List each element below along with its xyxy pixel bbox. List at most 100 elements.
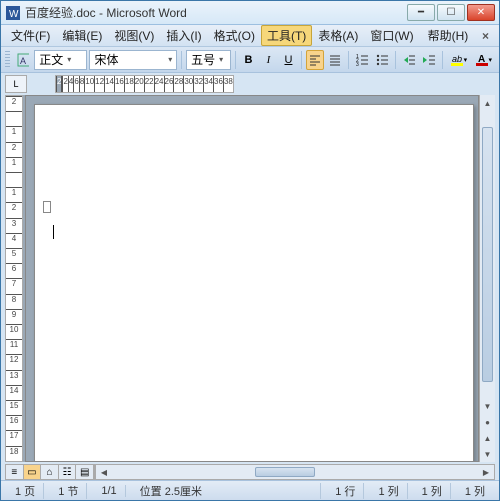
align-distribute-button[interactable] <box>326 50 344 70</box>
menu-window[interactable]: 窗口(W) <box>364 25 419 46</box>
status-col-1[interactable]: 1 列 <box>370 483 407 499</box>
ruler-tick: 1 <box>6 126 22 141</box>
numbered-list-button[interactable]: 123 <box>353 50 371 70</box>
menu-insert[interactable]: 插入(I) <box>160 25 207 46</box>
menu-view[interactable]: 视图(V) <box>108 25 160 46</box>
titlebar[interactable]: W 百度经验.doc - Microsoft Word ━ ☐ ✕ <box>1 1 499 25</box>
menu-help[interactable]: 帮助(H) <box>422 25 475 46</box>
menu-file[interactable]: 文件(F) <box>5 25 56 46</box>
svg-text:ab: ab <box>452 54 462 64</box>
font-color-button[interactable]: A▾ <box>472 50 495 70</box>
status-col-2[interactable]: 1 列 <box>414 483 451 499</box>
ruler-tick: 10 <box>84 76 94 92</box>
view-mode-buttons: ≡ ▭ ⌂ ☷ ▤ <box>5 464 95 480</box>
formatting-toolbar: A 正文▾ 宋体▾ 五号▾ B I U 123 ab▾ A▾ <box>1 47 499 73</box>
scroll-right-icon[interactable]: ▶ <box>478 468 494 477</box>
view-web-layout-icon[interactable]: ⌂ <box>41 465 59 479</box>
status-line[interactable]: 1 行 <box>327 483 364 499</box>
ruler-tick: 3 <box>6 218 22 233</box>
size-combo[interactable]: 五号▾ <box>186 50 231 70</box>
document-page[interactable] <box>34 104 474 462</box>
ruler-tick: 36 <box>213 76 223 92</box>
ruler-tick: 17 <box>6 430 22 445</box>
ruler-tick: 26 <box>164 76 174 92</box>
statusbar: 1 页 1 节 1/1 位置 2.5厘米 1 行 1 列 1 列 1 列 <box>1 480 499 500</box>
ruler-tick: 6 <box>6 263 22 278</box>
status-page[interactable]: 1 页 <box>7 483 44 499</box>
ruler-tick: 8 <box>6 294 22 309</box>
menu-edit[interactable]: 编辑(E) <box>56 25 108 46</box>
browse-object-icon[interactable]: ● <box>480 414 495 430</box>
status-section[interactable]: 1 节 <box>50 483 87 499</box>
prev-page-icon[interactable]: ▲ <box>480 430 495 446</box>
close-button[interactable]: ✕ <box>467 4 495 21</box>
highlight-color-button[interactable]: ab▾ <box>447 50 470 70</box>
menu-tools[interactable]: 工具(T) <box>261 25 312 46</box>
ruler-tick: 38 <box>223 76 233 92</box>
ruler-tick: 20 <box>134 76 144 92</box>
maximize-button[interactable]: ☐ <box>437 4 465 21</box>
horizontal-scrollbar[interactable]: ◀ ▶ <box>95 464 495 480</box>
svg-text:A: A <box>20 56 26 66</box>
style-combo[interactable]: 正文▾ <box>34 50 87 70</box>
ruler-tick: 1 <box>6 157 22 172</box>
ruler-tick: 9 <box>6 309 22 324</box>
ruler-tick: 2 <box>6 202 22 217</box>
close-document-button[interactable]: × <box>476 29 495 43</box>
decrease-indent-button[interactable] <box>400 50 418 70</box>
ruler-tick: 7 <box>6 278 22 293</box>
text-cursor <box>53 225 54 239</box>
vertical-ruler[interactable]: 2121123456789101112131415161718 <box>5 95 23 462</box>
toolbar-grip[interactable] <box>5 51 10 69</box>
font-combo[interactable]: 宋体▾ <box>89 50 177 70</box>
scroll-thumb-h[interactable] <box>255 467 315 477</box>
scroll-thumb-v[interactable] <box>482 127 493 382</box>
status-position[interactable]: 位置 2.5厘米 <box>132 483 322 499</box>
ruler-tick: 30 <box>183 76 193 92</box>
view-outline-icon[interactable]: ☷ <box>59 465 77 479</box>
bullet-list-button[interactable] <box>373 50 391 70</box>
margin-marker <box>43 201 51 213</box>
ruler-tick <box>6 172 22 187</box>
ruler-tick: 15 <box>6 400 22 415</box>
ruler-tick: 10 <box>6 324 22 339</box>
page-viewport[interactable] <box>25 95 479 462</box>
ruler-tick: 2 <box>6 142 22 157</box>
view-reading-icon[interactable]: ▤ <box>76 465 94 479</box>
tab-selector[interactable]: L <box>5 75 27 93</box>
app-window: W 百度经验.doc - Microsoft Word ━ ☐ ✕ 文件(F) … <box>0 0 500 501</box>
horizontal-ruler[interactable]: 22468101214161820222426283032343638 <box>55 75 234 93</box>
ruler-tick: 18 <box>124 76 134 92</box>
ruler-tick: 5 <box>6 248 22 263</box>
minimize-button[interactable]: ━ <box>407 4 435 21</box>
scroll-down-icon[interactable]: ▼ <box>480 398 495 414</box>
ruler-tick: 13 <box>6 370 22 385</box>
increase-indent-button[interactable] <box>420 50 438 70</box>
ruler-tick: 34 <box>203 76 213 92</box>
word-app-icon: W <box>5 5 21 21</box>
ruler-tick <box>6 111 22 126</box>
bold-button[interactable]: B <box>239 50 257 70</box>
styles-pane-icon[interactable]: A <box>14 50 32 70</box>
ruler-tick: 4 <box>6 233 22 248</box>
italic-button[interactable]: I <box>259 50 277 70</box>
scroll-left-icon[interactable]: ◀ <box>96 468 112 477</box>
ruler-tick: 18 <box>6 446 22 461</box>
align-left-button[interactable] <box>306 50 324 70</box>
menu-format[interactable]: 格式(O) <box>208 25 261 46</box>
view-print-layout-icon[interactable]: ▭ <box>24 465 42 479</box>
window-title: 百度经验.doc - Microsoft Word <box>25 4 407 21</box>
scroll-up-icon[interactable]: ▲ <box>480 95 495 111</box>
next-page-icon[interactable]: ▼ <box>480 446 495 462</box>
ruler-tick: 12 <box>6 354 22 369</box>
document-area: 2121123456789101112131415161718 ▲ ▼ ● ▲ … <box>5 95 495 462</box>
vertical-scrollbar[interactable]: ▲ ▼ ● ▲ ▼ <box>479 95 495 462</box>
status-page-count[interactable]: 1/1 <box>93 485 125 497</box>
ruler-tick: 14 <box>6 385 22 400</box>
status-col-3[interactable]: 1 列 <box>457 483 493 499</box>
menu-table[interactable]: 表格(A) <box>312 25 364 46</box>
underline-button[interactable]: U <box>279 50 297 70</box>
svg-text:W: W <box>9 9 19 20</box>
view-normal-icon[interactable]: ≡ <box>6 465 24 479</box>
ruler-tick: 12 <box>94 76 104 92</box>
